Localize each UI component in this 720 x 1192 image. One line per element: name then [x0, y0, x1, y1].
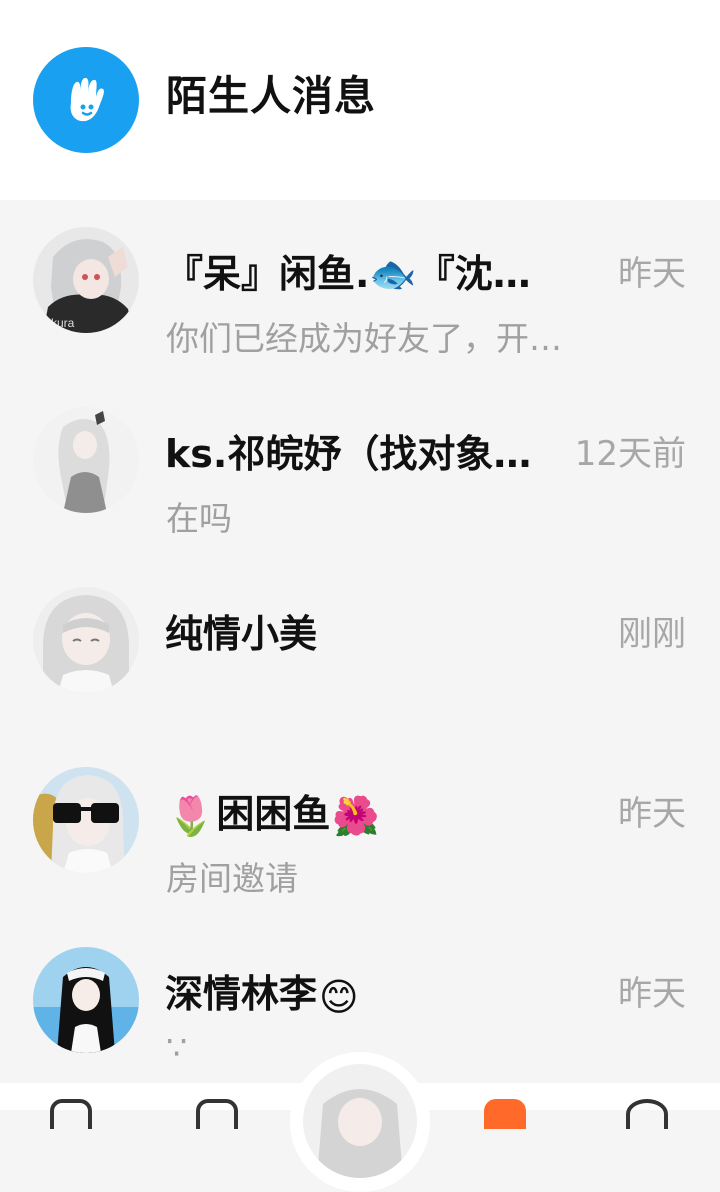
conversation-row[interactable]: kura 『呆』闲鱼.🐟『沈… 昨天 你们已经成为好友了，开…: [0, 200, 720, 380]
hand-wave-icon: [33, 47, 139, 153]
conversation-row[interactable]: 纯情小美 刚刚: [0, 560, 720, 740]
tulip-emoji: 🌷: [167, 794, 215, 838]
contact-name: ks.祁皖妤（找对象…: [165, 432, 532, 476]
avatar: kura: [33, 227, 139, 333]
contact-name-text: 深情林李: [165, 972, 318, 1016]
avatar: [33, 947, 139, 1053]
avatar: [33, 767, 139, 873]
contact-name: 深情林李😊: [165, 963, 575, 1019]
contact-name-text: 困困鱼: [216, 792, 331, 836]
page-title: 陌生人消息: [166, 72, 376, 120]
conversation-row[interactable]: 🌷困困鱼🌺 昨天 房间邀请: [0, 740, 720, 920]
conversation-list[interactable]: kura 『呆』闲鱼.🐟『沈… 昨天 你们已经成为好友了，开… ks.祁皖妤（找…: [0, 200, 720, 1090]
message-time: 昨天: [618, 254, 686, 294]
me-icon[interactable]: [626, 1099, 668, 1129]
message-time: 昨天: [618, 794, 686, 834]
message-preview: 在吗: [166, 499, 232, 538]
home-icon[interactable]: [50, 1099, 92, 1129]
conversation-row[interactable]: ks.祁皖妤（找对象… 12天前 在吗: [0, 380, 720, 560]
message-time: 刚刚: [618, 614, 686, 654]
message-icon[interactable]: [196, 1099, 238, 1129]
message-time: 12天前: [574, 434, 686, 474]
svg-text:kura: kura: [51, 316, 75, 330]
message-preview: 你们已经成为好友了，开…: [166, 319, 562, 358]
contact-name: 『呆』闲鱼.🐟『沈…: [165, 252, 531, 296]
stranger-messages-header: 陌生人消息: [0, 0, 720, 200]
contact-name: 🌷困困鱼🌺: [165, 783, 575, 839]
smile-emoji: 😊: [319, 974, 359, 1019]
message-preview: 房间邀请: [166, 859, 298, 898]
avatar: [33, 587, 139, 693]
live-icon[interactable]: [484, 1099, 526, 1129]
avatar: [33, 407, 139, 513]
profile-avatar[interactable]: [303, 1064, 417, 1178]
message-time: 昨天: [618, 974, 686, 1014]
hibiscus-emoji: 🌺: [332, 794, 380, 838]
contact-name: 纯情小美: [165, 612, 318, 656]
